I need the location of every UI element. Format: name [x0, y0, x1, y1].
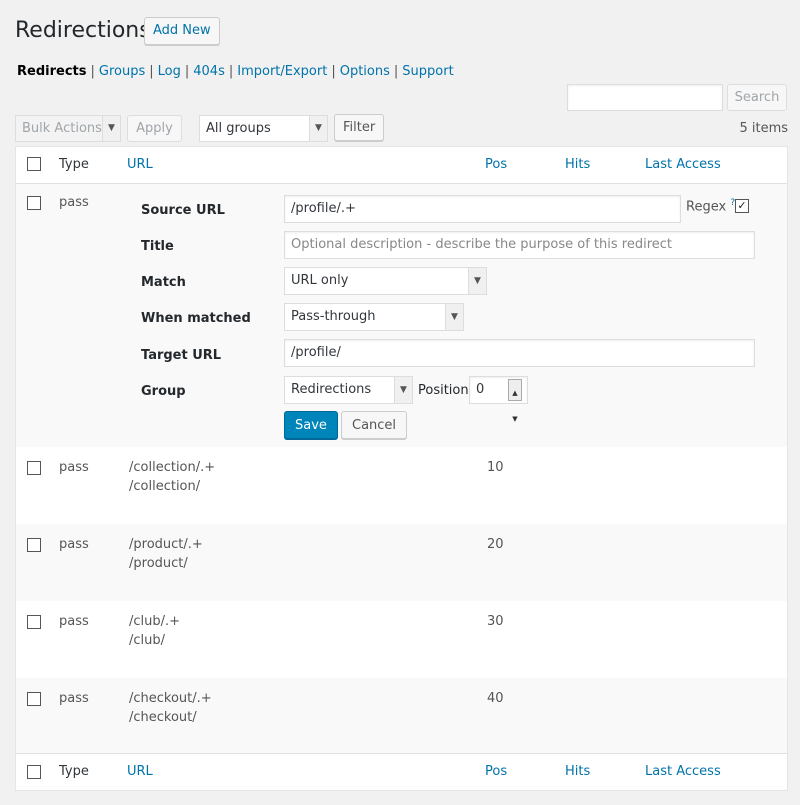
table-footer: Type URL Pos Hits Last Access: [16, 753, 787, 790]
select-all-checkbox[interactable]: [27, 157, 41, 171]
row-pos: 20: [487, 537, 504, 552]
row-type: pass: [59, 195, 89, 210]
subnav-import-export[interactable]: Import/Export: [237, 64, 327, 79]
column-last-access[interactable]: Last Access: [645, 764, 721, 779]
regex-label: Regex ?: [686, 198, 736, 215]
filter-button[interactable]: Filter: [334, 114, 384, 141]
source-url-label: Source URL: [141, 203, 225, 218]
row-checkbox[interactable]: [27, 692, 41, 706]
column-last-access[interactable]: Last Access: [645, 157, 721, 172]
column-hits[interactable]: Hits: [565, 764, 590, 779]
subnav: Redirects | Groups | Log | 404s | Import/Export |…: [17, 64, 454, 79]
subnav-options[interactable]: Options: [340, 64, 390, 79]
edit-row: pass Source URL /profile/.+ Regex ? ✓ Ti…: [16, 184, 787, 447]
match-label: Match: [141, 275, 186, 290]
row-source-url[interactable]: /club/.+: [129, 612, 180, 631]
row-checkbox[interactable]: [27, 538, 41, 552]
row-source-url[interactable]: /checkout/.+: [129, 689, 212, 708]
column-url[interactable]: URL: [127, 764, 153, 779]
row-target-url: /checkout/: [129, 710, 197, 725]
table-header: Type URL Pos Hits Last Access: [16, 147, 787, 184]
group-select[interactable]: Redirections ▼: [284, 376, 413, 404]
row-pos: 10: [487, 460, 504, 475]
chevron-down-icon: ▼: [309, 116, 327, 141]
chevron-down-icon: ▼: [445, 304, 463, 330]
row-source-url[interactable]: /product/.+: [129, 535, 203, 554]
column-hits[interactable]: Hits: [565, 157, 590, 172]
column-type: Type: [59, 764, 89, 779]
row-type: pass: [59, 460, 89, 475]
subnav-log[interactable]: Log: [158, 64, 181, 79]
cancel-button[interactable]: Cancel: [341, 411, 408, 439]
column-type: Type: [59, 157, 89, 172]
position-input[interactable]: 0 ▲ ▼: [469, 376, 528, 423]
row-target-url: /product/: [129, 556, 188, 571]
redirects-table: Type URL Pos Hits Last Access pass Sourc…: [15, 146, 788, 791]
row-checkbox[interactable]: [27, 461, 41, 475]
chevron-down-icon: ▼: [468, 268, 486, 294]
save-button[interactable]: Save: [284, 411, 338, 439]
bulk-actions-select[interactable]: Bulk Actions ▼: [15, 115, 121, 142]
row-type: pass: [59, 614, 89, 629]
target-url-label: Target URL: [141, 348, 222, 363]
title-input[interactable]: Optional description - describe the purp…: [284, 231, 755, 259]
row-checkbox[interactable]: [27, 196, 41, 210]
table-row: pass /checkout/.+ /checkout/ 40: [16, 678, 787, 754]
row-checkbox[interactable]: [27, 615, 41, 629]
row-target-url: /collection/: [129, 479, 201, 494]
apply-button[interactable]: Apply: [127, 115, 182, 142]
row-pos: 30: [487, 614, 504, 629]
add-new-button[interactable]: Add New: [144, 17, 220, 45]
column-pos[interactable]: Pos: [485, 764, 507, 779]
when-matched-select[interactable]: Pass-through ▼: [284, 303, 464, 331]
table-row: pass /club/.+ /club/ 30: [16, 601, 787, 678]
row-type: pass: [59, 537, 89, 552]
chevron-down-icon: ▼: [102, 116, 120, 141]
subnav-redirects[interactable]: Redirects: [17, 64, 86, 79]
subnav-support[interactable]: Support: [402, 64, 453, 79]
select-all-checkbox[interactable]: [27, 765, 41, 779]
group-filter-select[interactable]: All groups ▼: [199, 115, 328, 142]
match-select[interactable]: URL only ▼: [284, 267, 487, 295]
regex-checkbox[interactable]: ✓: [735, 199, 749, 213]
items-count: 5 items: [739, 121, 788, 136]
position-label: Position: [418, 383, 469, 398]
source-url-input[interactable]: /profile/.+: [284, 195, 681, 223]
chevron-down-icon: ▼: [394, 377, 412, 403]
page-title: Redirections: [15, 18, 151, 43]
subnav-404s[interactable]: 404s: [193, 64, 225, 79]
target-url-input[interactable]: /profile/: [284, 339, 755, 367]
column-pos[interactable]: Pos: [485, 157, 507, 172]
row-pos: 40: [487, 691, 504, 706]
search-button[interactable]: Search: [727, 84, 787, 111]
subnav-groups[interactable]: Groups: [99, 64, 145, 79]
title-label: Title: [141, 239, 174, 254]
column-url[interactable]: URL: [127, 157, 153, 172]
row-target-url: /club/: [129, 633, 166, 648]
spinner-icon[interactable]: ▲ ▼: [508, 379, 522, 423]
table-row: pass /product/.+ /product/ 20: [16, 524, 787, 601]
row-type: pass: [59, 691, 89, 706]
table-row: pass /collection/.+ /collection/ 10: [16, 447, 787, 524]
search-input[interactable]: [567, 84, 723, 111]
row-source-url[interactable]: /collection/.+: [129, 458, 215, 477]
group-label: Group: [141, 384, 186, 399]
when-matched-label: When matched: [141, 311, 251, 326]
